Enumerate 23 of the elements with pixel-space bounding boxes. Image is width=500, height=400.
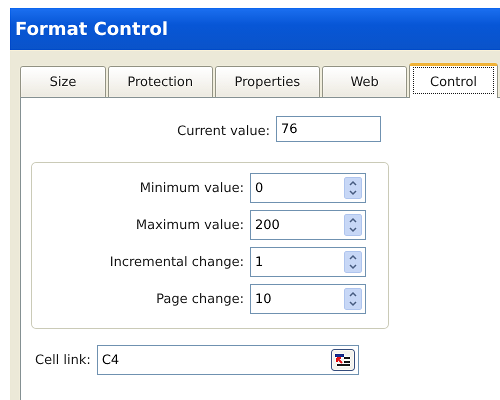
spin-field[interactable]: 1 bbox=[250, 247, 366, 277]
spinner-arrows-icon[interactable] bbox=[344, 251, 362, 273]
tab[interactable]: Web bbox=[322, 66, 408, 97]
field-label: Cell link: bbox=[35, 352, 91, 368]
field-label: Page change: bbox=[156, 292, 244, 306]
tab[interactable]: Properties bbox=[214, 66, 320, 97]
cell-link-field[interactable]: C4 bbox=[96, 345, 359, 375]
collapse-dialog-icon[interactable] bbox=[330, 349, 355, 371]
spinner-arrows-icon[interactable] bbox=[344, 288, 362, 310]
tab[interactable]: Size bbox=[20, 66, 106, 97]
spin-field[interactable]: 200 bbox=[250, 210, 366, 240]
spinner-arrows-icon[interactable] bbox=[344, 214, 362, 236]
field-label: Minimum value: bbox=[140, 180, 244, 196]
tab[interactable]: Protection bbox=[108, 66, 213, 97]
spin-field[interactable]: 0 bbox=[250, 173, 366, 203]
field-label: Incremental change: bbox=[110, 254, 244, 270]
spin-field[interactable]: 10 bbox=[250, 284, 366, 314]
input-field[interactable]: 76 bbox=[276, 116, 381, 142]
window-title: Format Control bbox=[15, 18, 168, 40]
tab[interactable]: Control bbox=[409, 63, 498, 98]
field-label: Maximum value: bbox=[136, 218, 244, 232]
field-label: Current value: bbox=[177, 124, 270, 138]
spinner-arrows-icon[interactable] bbox=[344, 177, 362, 199]
